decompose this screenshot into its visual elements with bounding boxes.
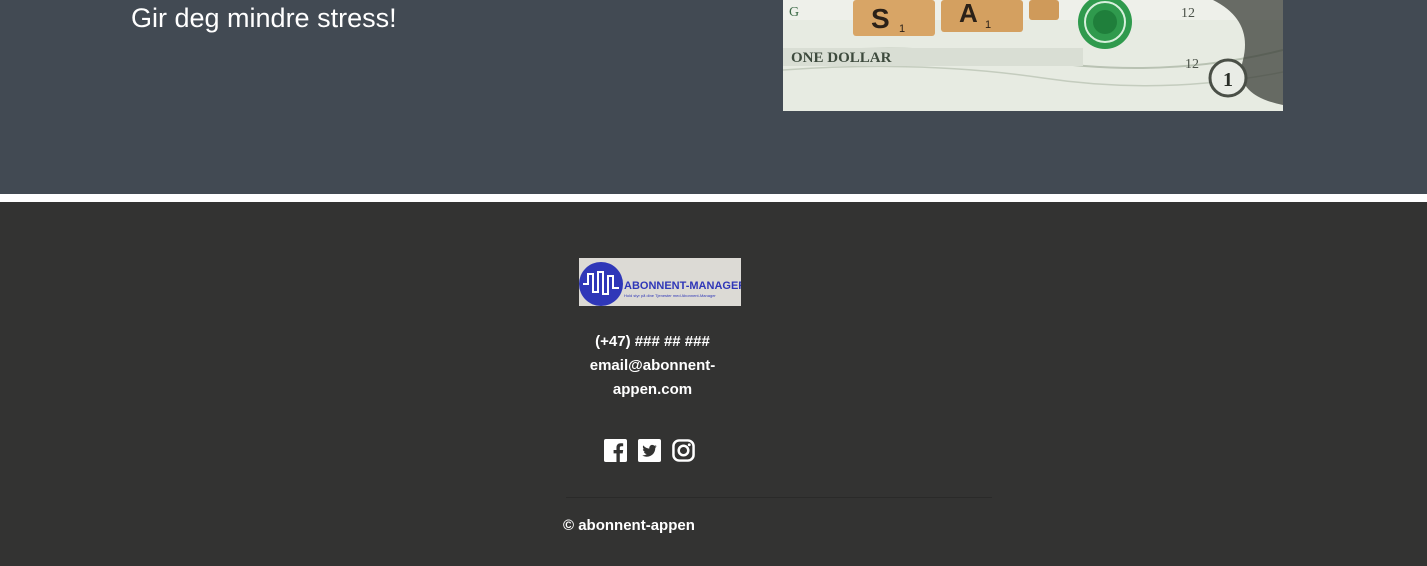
bill-number-bottom: 12	[1185, 57, 1199, 72]
phone-number[interactable]: (+47) ### ## ###	[580, 330, 725, 354]
bill-number-top: 12	[1181, 6, 1195, 21]
company-logo[interactable]: ABONNENT-MANAGER Hold styr på dine Tjene…	[579, 258, 741, 306]
footer-divider	[566, 497, 992, 498]
logo-tagline: Hold styr på dine Tjenester med Abonnent…	[624, 293, 716, 298]
instagram-icon[interactable]	[672, 439, 695, 462]
hero-section: Gir deg mindre stress! ONE DOLLAR 1 12 1…	[0, 0, 1427, 194]
savings-photo: ONE DOLLAR 1 12 12 G S 1 A 1	[783, 0, 1283, 111]
tile-subscript-1: 1	[899, 23, 905, 35]
hero-tagline-text: Gir deg mindre stress!	[131, 3, 397, 33]
logo-name: ABONNENT-MANAGER	[624, 280, 741, 292]
contact-info: (+47) ### ## ### email@abonnent- appen.c…	[580, 330, 725, 402]
logo-graphic: ABONNENT-MANAGER Hold styr på dine Tjene…	[579, 258, 741, 306]
tile-letter-2: A	[959, 0, 978, 28]
tile-letter-1: S	[871, 3, 890, 34]
hero-tagline: Gir deg mindre stress!	[131, 0, 397, 36]
bill-number-big: 1	[1223, 69, 1233, 91]
facebook-icon[interactable]	[604, 439, 627, 462]
email-address-line1[interactable]: email@abonnent-	[580, 354, 725, 378]
social-links	[604, 439, 695, 462]
tile-subscript-2: 1	[985, 19, 991, 31]
section-divider	[0, 194, 1427, 202]
site-footer: ABONNENT-MANAGER Hold styr på dine Tjene…	[0, 202, 1427, 566]
twitter-icon[interactable]	[638, 439, 661, 462]
hero-image: ONE DOLLAR 1 12 12 G S 1 A 1	[783, 0, 1283, 111]
bill-text: ONE DOLLAR	[791, 50, 892, 66]
email-address-line2[interactable]: appen.com	[580, 378, 725, 402]
bill-letter: G	[789, 5, 799, 20]
copyright-text: © abonnent-appen	[563, 517, 695, 534]
